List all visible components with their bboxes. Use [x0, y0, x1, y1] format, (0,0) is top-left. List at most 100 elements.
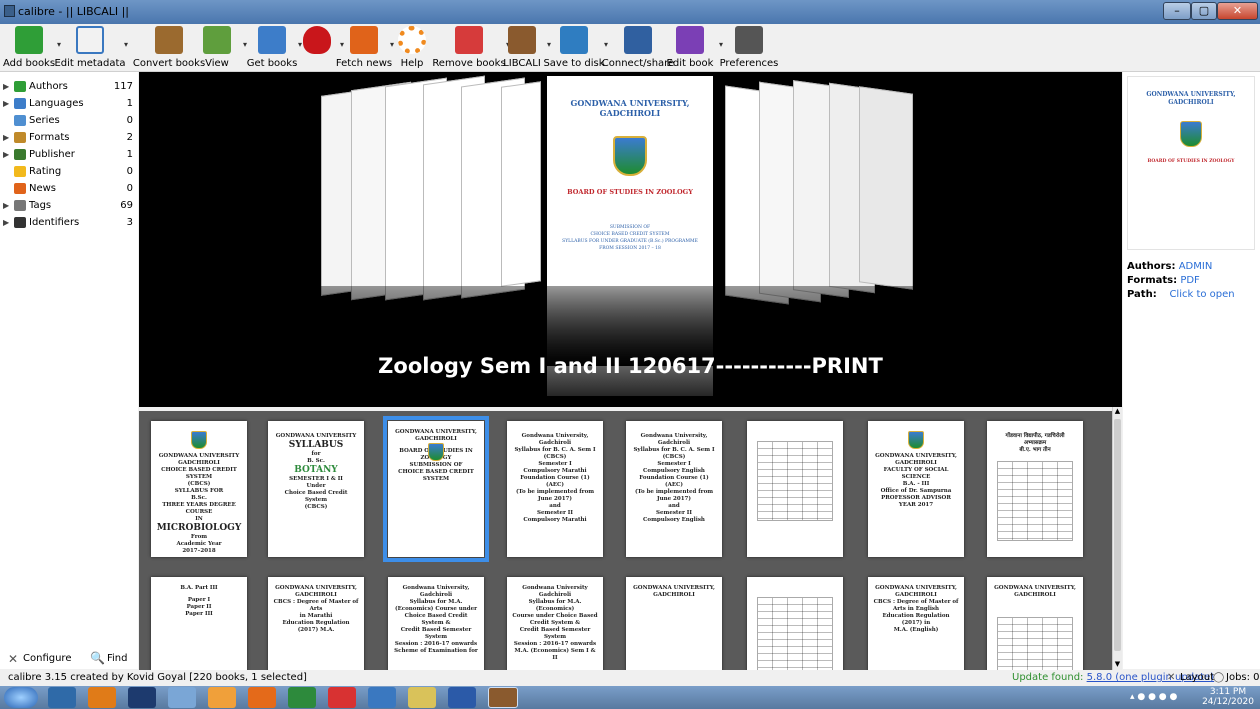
taskbar-app-excel[interactable] [288, 687, 316, 708]
toolbar-button-help[interactable]: Help [396, 26, 428, 70]
toolbar-button-remove-books[interactable]: Remove books▾ [432, 26, 510, 70]
sidebar-item-authors[interactable]: ▶ Authors 117 [0, 78, 138, 95]
expand-arrow-icon[interactable]: ▶ [3, 197, 9, 214]
book-cover[interactable]: Gondwana University, Gadchiroli Syllabus … [388, 577, 484, 670]
minimize-button[interactable]: – [1163, 2, 1191, 20]
expand-arrow-icon[interactable]: ▶ [3, 146, 9, 163]
expand-arrow-icon[interactable]: ▶ [3, 78, 9, 95]
sidebar-item-label: Languages [29, 98, 84, 109]
university-emblem-icon [613, 136, 647, 176]
configure-button[interactable]: Configure [23, 653, 71, 664]
cover-grid-scrollbar[interactable]: ▲ ▼ [1112, 407, 1122, 670]
cover-grid[interactable]: GONDWANA UNIVERSITY GADCHIROLI CHOICE BASE… [139, 411, 1112, 670]
book-cover-line: and [549, 503, 561, 509]
start-button[interactable] [4, 687, 38, 708]
sidebar-item-languages[interactable]: ▶ Languages 1 [0, 95, 138, 112]
toolbar-button-donate[interactable]: ▾ [300, 26, 344, 70]
book-cover-line: Syllabus for B. C. A. Sem I [514, 447, 596, 453]
book-cover[interactable]: GONDWANA UNIVERSITY, GADCHIROLI CBCS : Deg… [868, 577, 964, 670]
taskbar-app-vlc[interactable] [88, 687, 116, 708]
toolbar-button-fetch-news[interactable]: Fetch news ▾ [336, 26, 394, 70]
find-button[interactable]: Find [107, 653, 128, 664]
book-cover[interactable]: Gondwana University Gadchiroli Syllabus f… [507, 577, 603, 670]
taskbar-app-acrobat[interactable] [328, 687, 356, 708]
jobs-indicator[interactable]: Jobs: 0 [1226, 670, 1260, 686]
taskbar-app-firefox[interactable] [248, 687, 276, 708]
clock[interactable]: 3:11 PM 24/12/2020 [1198, 687, 1258, 707]
sidebar-item-formats[interactable]: ▶ Formats 2 [0, 129, 138, 146]
sidebar-item-label: Identifiers [29, 217, 80, 228]
book-cover-line: Paper III [185, 611, 213, 617]
toolbar-label: View [205, 58, 229, 69]
scrollbar-thumb[interactable] [1114, 419, 1121, 651]
authors-icon [14, 81, 26, 92]
clock-date: 24/12/2020 [1202, 697, 1254, 707]
taskbar-app-ie[interactable] [168, 687, 196, 708]
book-cover[interactable]: Gondwana University, Gadchiroli Syllabus … [626, 421, 722, 557]
taskbar-app-folder[interactable] [408, 687, 436, 708]
layout-icon: ✕ [1167, 672, 1176, 683]
book-cover[interactable]: GONDWANA UNIVERSITY,GADCHIROLIBOARD OF S… [383, 416, 489, 562]
book-cover-line: GONDWANA UNIVERSITY, [875, 453, 957, 459]
authors-link[interactable]: ADMIN [1179, 261, 1213, 272]
book-cover[interactable]: GONDWANA UNIVERSITY, GADCHIROLI FACULTY OF… [868, 421, 964, 557]
toolbar-button-libcali[interactable]: LIBCALI ▾ [503, 26, 551, 70]
toolbar-button-edit-metadata[interactable]: Edit metadata ▾ [54, 26, 128, 70]
taskbar-app-calibre[interactable] [488, 687, 518, 708]
cover-browser[interactable]: GONDWANA UNIVERSITY, GADCHIROLI BOARD OF… [139, 72, 1122, 407]
cover-flow-book[interactable] [501, 81, 541, 287]
sidebar-item-rating[interactable]: Rating 0 [0, 163, 138, 180]
book-cover-line: GONDWANA UNIVERSITY, GADCHIROLI [994, 585, 1076, 598]
book-cover-line: FACULTY OF SOCIAL SCIENCE [883, 467, 949, 480]
taskbar-app-chrome[interactable] [208, 687, 236, 708]
toolbar-button-edit-book[interactable]: Edit book ▾ [667, 26, 723, 70]
taskbar-app-photoshop[interactable] [128, 687, 156, 708]
dropdown-arrow-icon[interactable]: ▾ [243, 40, 247, 49]
book-cover[interactable]: GONDWANA UNIVERSITY GADCHIROLI CHOICE BASE… [151, 421, 247, 557]
book-cover[interactable] [747, 577, 843, 670]
details-cover[interactable]: GONDWANA UNIVERSITY, GADCHIROLI BOARD OF… [1127, 76, 1255, 250]
close-button[interactable]: ✕ [1217, 2, 1258, 20]
sidebar-item-series[interactable]: Series 0 [0, 112, 138, 129]
taskbar-app-media[interactable] [368, 687, 396, 708]
book-cover[interactable]: B.A. Part III Paper I Paper II Paper III [151, 577, 247, 670]
expand-arrow-icon[interactable]: ▶ [3, 214, 9, 231]
book-cover[interactable]: GONDWANA UNIVERSITY, GADCHIROLI [987, 577, 1083, 670]
cover-flow-book[interactable] [859, 86, 913, 290]
dropdown-arrow-icon[interactable]: ▾ [124, 40, 128, 49]
expand-arrow-icon[interactable]: ▶ [3, 95, 9, 112]
sidebar-item-identifiers[interactable]: ▶ Identifiers 3 [0, 214, 138, 231]
library-icon [508, 26, 536, 54]
toolbar-button-preferences[interactable]: Preferences [720, 26, 778, 70]
path-label: Path: [1127, 289, 1157, 300]
layout-button[interactable]: Layout [1180, 670, 1214, 686]
series-icon [14, 115, 26, 126]
dropdown-arrow-icon[interactable]: ▾ [390, 40, 394, 49]
sidebar-item-publisher[interactable]: ▶ Publisher 1 [0, 146, 138, 163]
path-link[interactable]: Click to open [1169, 289, 1234, 300]
book-cover[interactable]: GONDWANA UNIVERSITY, GADCHIROLI CBCS : Deg… [268, 577, 364, 670]
book-cover[interactable]: GONDWANA UNIVERSITY SYLLABUS for B. Sc. BOTA… [268, 421, 364, 557]
book-cover-line: GADCHIROLI [178, 460, 220, 466]
toolbar-button-add-books[interactable]: Add books ▾ [3, 26, 61, 70]
formats-link[interactable]: PDF [1180, 275, 1199, 286]
toolbar-button-save-to-disk[interactable]: Save to disk ▾ [543, 26, 608, 70]
maximize-button[interactable]: ▢ [1191, 2, 1217, 20]
expand-arrow-icon[interactable]: ▶ [3, 129, 9, 146]
sidebar-item-tags[interactable]: ▶ Tags 69 [0, 197, 138, 214]
toolbar-button-get-books[interactable]: Get books ▾ [247, 26, 302, 70]
book-cover[interactable]: गोंडवाना विद्यापीठ, गडचिरोली अभ्यासक्रम बी… [987, 421, 1083, 557]
book-cover-line: GONDWANA UNIVERSITY, [275, 585, 357, 591]
taskbar-app-explorer[interactable] [48, 687, 76, 708]
dropdown-arrow-icon[interactable]: ▾ [57, 40, 61, 49]
book-cover[interactable] [747, 421, 843, 557]
sidebar-item-news[interactable]: News 0 [0, 180, 138, 197]
toolbar-button-view[interactable]: View ▾ [197, 26, 247, 70]
system-tray[interactable]: ▴ ● ● ● ● [1130, 688, 1190, 707]
scroll-up-icon[interactable]: ▲ [1113, 407, 1122, 417]
taskbar-app-word[interactable] [448, 687, 476, 708]
book-cover[interactable]: Gondwana University, Gadchiroli Syllabus … [507, 421, 603, 557]
scroll-down-icon[interactable]: ▼ [1113, 660, 1122, 670]
remove-books-icon [455, 26, 483, 54]
book-cover[interactable]: GONDWANA UNIVERSITY, GADCHIROLI [626, 577, 722, 670]
